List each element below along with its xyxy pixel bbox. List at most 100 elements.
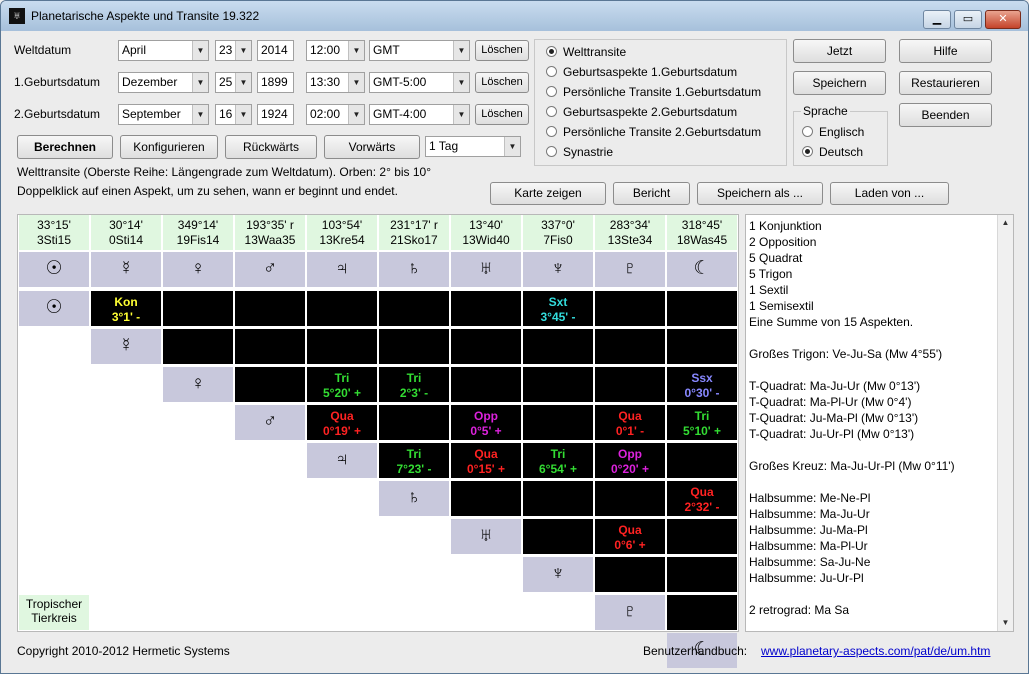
planet-symbol-icon[interactable]: ♄	[379, 252, 449, 287]
aspect-cell[interactable]: Qua 0°15' +	[451, 443, 521, 478]
aspect-cell[interactable]	[379, 329, 449, 364]
aspect-cell[interactable]: Tri 5°10' +	[667, 405, 737, 440]
aspect-cell[interactable]	[379, 405, 449, 440]
show-chart-button[interactable]: Karte zeigen	[490, 182, 606, 205]
language-radio[interactable]: Deutsch	[802, 145, 863, 159]
row-planet-symbol-icon[interactable]: ☉	[19, 291, 89, 326]
planet-symbol-icon[interactable]: ☾	[667, 252, 737, 287]
aspect-cell[interactable]	[307, 291, 377, 326]
aspect-cell[interactable]	[667, 443, 737, 478]
load-from-button[interactable]: Laden von ...	[830, 182, 949, 205]
month-select[interactable]: April ▼	[118, 40, 209, 61]
row-planet-symbol-icon[interactable]: ♀	[163, 367, 233, 402]
scroll-up-icon[interactable]: ▲	[998, 215, 1013, 231]
row-planet-symbol-icon[interactable]: ♆	[523, 557, 593, 592]
aspect-cell[interactable]	[667, 595, 737, 630]
mode-radio[interactable]: Persönliche Transite 2.Geburtsdatum	[546, 125, 761, 139]
planet-symbol-icon[interactable]: ♅	[451, 252, 521, 287]
restore-button[interactable]: Restaurieren	[899, 71, 992, 95]
planet-symbol-icon[interactable]: ☉	[19, 252, 89, 287]
mode-radio[interactable]: Welttransite	[546, 45, 626, 59]
forward-button[interactable]: Vorwärts	[324, 135, 420, 159]
mode-radio[interactable]: Persönliche Transite 1.Geburtsdatum	[546, 85, 761, 99]
aspect-cell[interactable]	[523, 481, 593, 516]
aspect-cell[interactable]	[451, 291, 521, 326]
day-select[interactable]: 23 ▼	[215, 40, 252, 61]
aspect-cell[interactable]	[595, 329, 665, 364]
aspect-cell[interactable]	[523, 519, 593, 554]
aspect-cell[interactable]	[595, 367, 665, 402]
mode-radio[interactable]: Geburtsaspekte 2.Geburtsdatum	[546, 105, 737, 119]
aspect-cell[interactable]	[235, 291, 305, 326]
aspect-cell[interactable]	[163, 329, 233, 364]
day-select[interactable]: 16 ▼	[215, 104, 252, 125]
row-planet-symbol-icon[interactable]: ♇	[595, 595, 665, 630]
aspect-cell[interactable]	[451, 329, 521, 364]
now-button[interactable]: Jetzt	[793, 39, 886, 63]
aspect-cell[interactable]	[523, 329, 593, 364]
planet-symbol-icon[interactable]: ♃	[307, 252, 377, 287]
aspect-cell[interactable]: Sxt 3°45' -	[523, 291, 593, 326]
aspect-cell[interactable]	[667, 557, 737, 592]
aspect-cell[interactable]	[595, 481, 665, 516]
aspect-cell[interactable]: Qua 2°32' -	[667, 481, 737, 516]
planet-symbol-icon[interactable]: ☿	[91, 252, 161, 287]
aspect-cell[interactable]	[379, 291, 449, 326]
aspect-cell[interactable]	[595, 291, 665, 326]
planet-symbol-icon[interactable]: ♀	[163, 252, 233, 287]
year-input[interactable]: 1899	[257, 72, 294, 93]
planet-symbol-icon[interactable]: ♆	[523, 252, 593, 287]
aspect-cell[interactable]: Tri 5°20' +	[307, 367, 377, 402]
configure-button[interactable]: Konfigurieren	[120, 135, 218, 159]
row-planet-symbol-icon[interactable]: ☿	[91, 329, 161, 364]
aspect-cell[interactable]: Opp 0°20' +	[595, 443, 665, 478]
calculate-button[interactable]: Berechnen	[17, 135, 113, 159]
aspect-cell[interactable]	[307, 329, 377, 364]
aspect-cell[interactable]	[451, 367, 521, 402]
aspect-cell[interactable]: Opp 0°5' +	[451, 405, 521, 440]
time-select[interactable]: 02:00 ▼	[306, 104, 365, 125]
backward-button[interactable]: Rückwärts	[225, 135, 317, 159]
timezone-select[interactable]: GMT-4:00 ▼	[369, 104, 470, 125]
aspect-cell[interactable]: Tri 7°23' -	[379, 443, 449, 478]
aspect-cell[interactable]	[667, 329, 737, 364]
planet-symbol-icon[interactable]: ♂	[235, 252, 305, 287]
save-button[interactable]: Speichern	[793, 71, 886, 95]
aspect-cell[interactable]: Ssx 0°30' -	[667, 367, 737, 402]
manual-link[interactable]: www.planetary-aspects.com/pat/de/um.htm	[761, 644, 990, 658]
year-input[interactable]: 1924	[257, 104, 294, 125]
month-select[interactable]: Dezember ▼	[118, 72, 209, 93]
aspect-cell[interactable]	[163, 291, 233, 326]
aspect-cell[interactable]	[235, 367, 305, 402]
close-button[interactable]: ✕	[985, 10, 1021, 29]
step-select[interactable]: 1 Tag ▼	[425, 136, 521, 157]
day-select[interactable]: 25 ▼	[215, 72, 252, 93]
aspect-cell[interactable]: Qua 0°1' -	[595, 405, 665, 440]
row-planet-symbol-icon[interactable]: ♅	[451, 519, 521, 554]
time-select[interactable]: 12:00 ▼	[306, 40, 365, 61]
aspect-cell[interactable]	[451, 481, 521, 516]
aspect-cell[interactable]	[667, 291, 737, 326]
help-button[interactable]: Hilfe	[899, 39, 992, 63]
minimize-button[interactable]: ▁	[923, 10, 951, 29]
save-as-button[interactable]: Speichern als ...	[697, 182, 823, 205]
scrollbar[interactable]: ▲ ▼	[997, 215, 1013, 631]
quit-button[interactable]: Beenden	[899, 103, 992, 127]
scroll-down-icon[interactable]: ▼	[998, 615, 1013, 631]
aspect-cell[interactable]: Qua 0°6' +	[595, 519, 665, 554]
aspect-cell[interactable]	[523, 405, 593, 440]
aspect-cell[interactable]: Qua 0°19' +	[307, 405, 377, 440]
clear-button[interactable]: Löschen	[475, 104, 529, 125]
mode-radio[interactable]: Geburtsaspekte 1.Geburtsdatum	[546, 65, 737, 79]
clear-button[interactable]: Löschen	[475, 40, 529, 61]
timezone-select[interactable]: GMT ▼	[369, 40, 470, 61]
mode-radio[interactable]: Synastrie	[546, 145, 613, 159]
clear-button[interactable]: Löschen	[475, 72, 529, 93]
year-input[interactable]: 2014	[257, 40, 294, 61]
aspect-cell[interactable]: Tri 2°3' -	[379, 367, 449, 402]
aspect-cell[interactable]	[235, 329, 305, 364]
aspect-cell[interactable]	[667, 519, 737, 554]
aspect-cell[interactable]	[595, 557, 665, 592]
language-radio[interactable]: Englisch	[802, 125, 864, 139]
row-planet-symbol-icon[interactable]: ♄	[379, 481, 449, 516]
